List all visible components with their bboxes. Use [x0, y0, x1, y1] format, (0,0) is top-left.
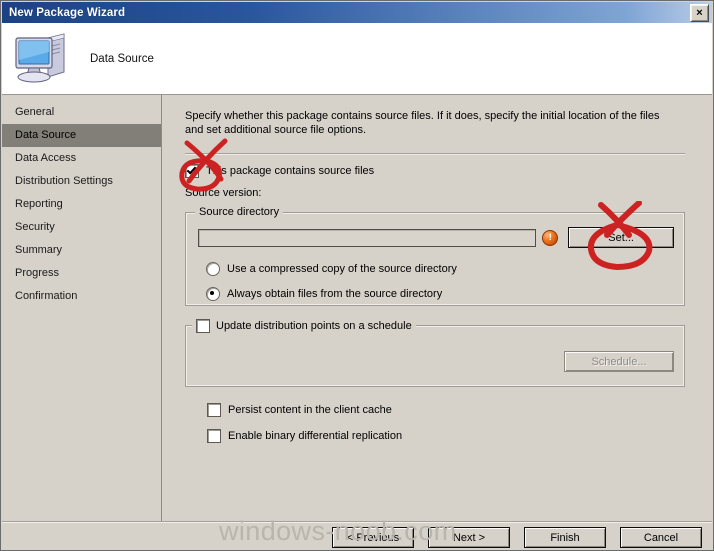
source-directory-input[interactable] [198, 228, 537, 247]
set-button-label: Set... [608, 231, 634, 244]
previous-button[interactable]: < Previous [332, 527, 414, 548]
persist-content-row[interactable]: Persist content in the client cache [207, 403, 696, 417]
previous-button-label: < Previous [346, 531, 400, 544]
sidebar-item-data-source[interactable]: Data Source [2, 124, 161, 147]
finish-button-label: Finish [550, 531, 580, 544]
sidebar-item-data-access[interactable]: Data Access [2, 147, 161, 170]
window-titlebar: New Package Wizard × [2, 2, 712, 23]
set-button[interactable]: Set... [568, 227, 674, 248]
schedule-button[interactable]: Schedule... [564, 351, 674, 372]
contains-source-files-label: This package contains source files [206, 165, 375, 177]
radio-always-obtain[interactable] [206, 287, 220, 301]
instructions-text: Specify whether this package contains so… [185, 110, 660, 136]
header-title: Data Source [90, 52, 154, 65]
update-schedule-group-title[interactable]: Update distribution points on a schedule [192, 319, 416, 333]
schedule-button-label: Schedule... [591, 355, 647, 368]
sidebar-item-security[interactable]: Security [2, 216, 161, 239]
footer-divider [2, 521, 712, 523]
sidebar-item-general[interactable]: General [2, 101, 161, 124]
sidebar-item-reporting[interactable]: Reporting [2, 193, 161, 216]
footer-button-group: < Previous Next > Finish Cancel [332, 527, 702, 548]
computer-monitor-icon [12, 30, 74, 88]
persist-content-checkbox[interactable] [207, 403, 221, 417]
cancel-button[interactable]: Cancel [620, 527, 702, 548]
radio-compressed-copy-row[interactable]: Use a compressed copy of the source dire… [206, 262, 684, 276]
source-directory-group: Source directory ! Set... Use a compress… [185, 206, 685, 306]
contains-source-files-checkbox[interactable] [185, 164, 199, 178]
wizard-header: Data Source [2, 23, 712, 95]
contains-source-files-row[interactable]: This package contains source files [185, 164, 696, 178]
wizard-footer: < Previous Next > Finish Cancel [2, 521, 712, 550]
sidebar-item-confirmation[interactable]: Confirmation [2, 285, 161, 308]
radio-always-obtain-label: Always obtain files from the source dire… [227, 288, 443, 300]
source-directory-group-title: Source directory [195, 206, 284, 218]
persist-content-label: Persist content in the client cache [228, 404, 392, 416]
source-directory-path-row: ! Set... [198, 227, 674, 248]
sidebar-item-summary[interactable]: Summary [2, 239, 161, 262]
next-button-label: Next > [452, 531, 486, 544]
new-package-wizard-window: New Package Wizard × Data Source General… [0, 0, 714, 551]
wizard-steps-sidebar: General Data Source Data Access Distribu… [2, 95, 162, 521]
update-schedule-checkbox[interactable] [196, 319, 210, 333]
window-title: New Package Wizard [9, 6, 126, 19]
main-content-panel: Specify whether this package contains so… [163, 95, 712, 521]
sidebar-item-distribution-settings[interactable]: Distribution Settings [2, 170, 161, 193]
cancel-button-label: Cancel [643, 531, 679, 544]
section-divider [185, 153, 685, 155]
update-schedule-group: Update distribution points on a schedule… [185, 319, 685, 387]
radio-compressed-copy[interactable] [206, 262, 220, 276]
binary-differential-label: Enable binary differential replication [228, 430, 403, 442]
source-version-label: Source version: [185, 187, 262, 199]
finish-button[interactable]: Finish [524, 527, 606, 548]
close-icon[interactable]: × [690, 4, 709, 22]
error-exclamation-icon: ! [542, 229, 559, 246]
radio-compressed-copy-label: Use a compressed copy of the source dire… [227, 263, 457, 275]
binary-differential-row[interactable]: Enable binary differential replication [207, 429, 696, 443]
next-button[interactable]: Next > [428, 527, 510, 548]
radio-always-obtain-row[interactable]: Always obtain files from the source dire… [206, 287, 684, 301]
binary-differential-checkbox[interactable] [207, 429, 221, 443]
update-schedule-label: Update distribution points on a schedule [216, 320, 412, 332]
sidebar-item-progress[interactable]: Progress [2, 262, 161, 285]
